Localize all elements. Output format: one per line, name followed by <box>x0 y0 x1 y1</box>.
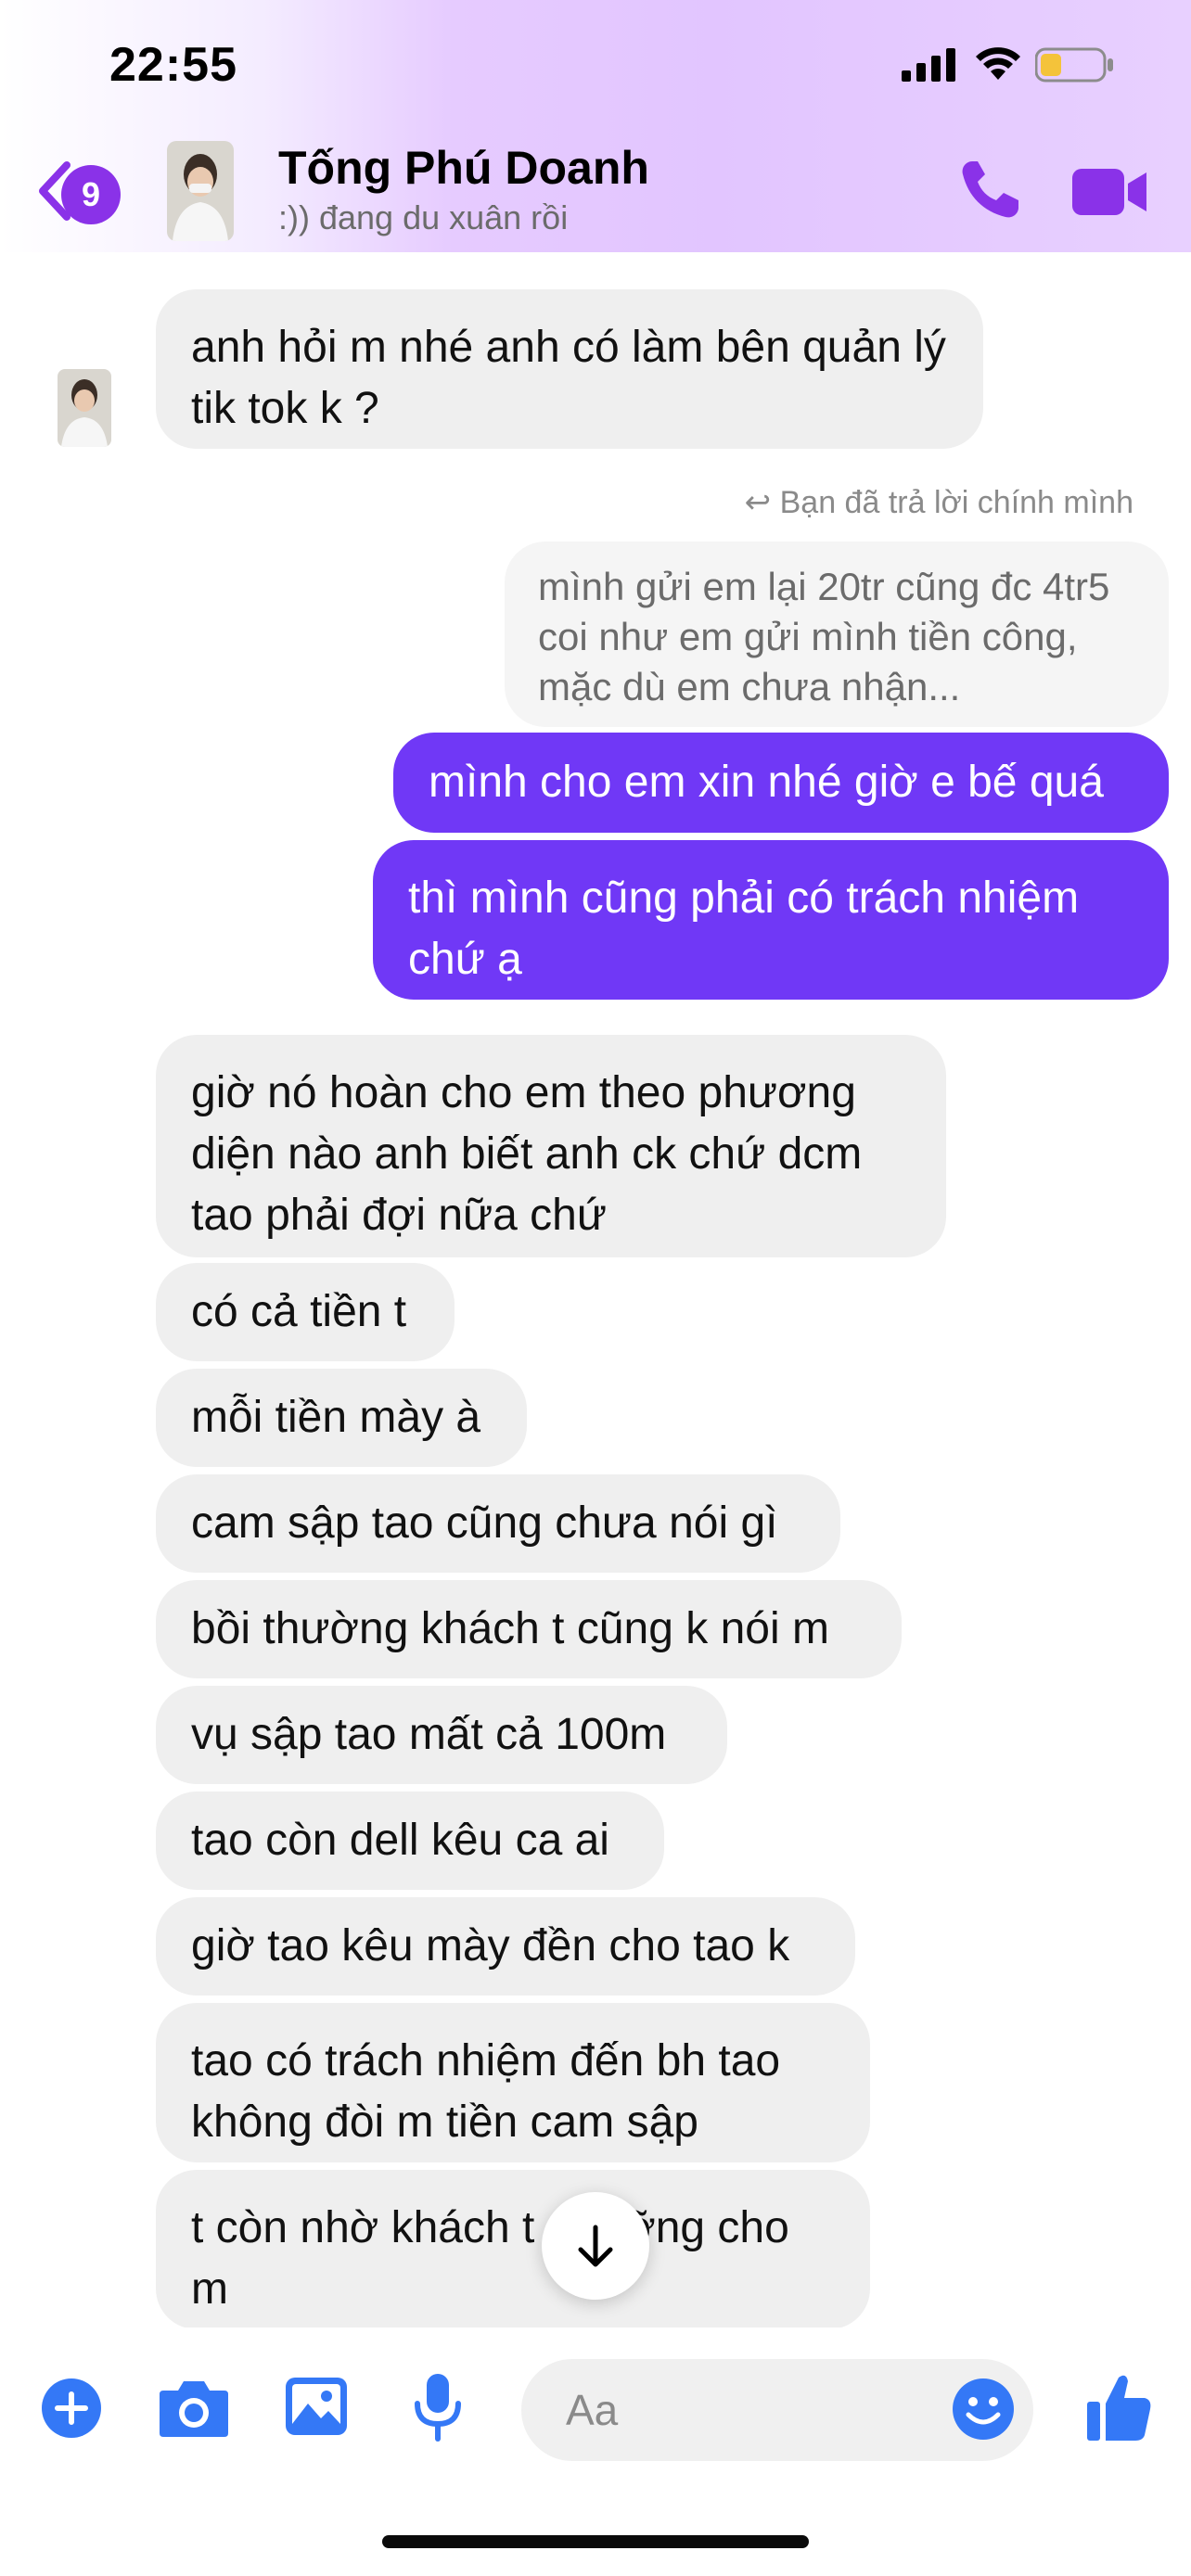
incoming-message[interactable]: bồi thường khách t cũng k nói m <box>156 1580 902 1678</box>
incoming-message[interactable]: tao còn dell kêu ca ai <box>156 1792 664 1890</box>
smiley-icon[interactable] <box>952 2378 1015 2441</box>
video-camera-icon[interactable] <box>1070 159 1150 224</box>
battery-icon <box>1035 47 1113 83</box>
message-text: mỗi tiền mày à <box>191 1393 481 1442</box>
outgoing-message[interactable]: mình cho em xin nhé giờ e bế quá <box>393 733 1169 833</box>
incoming-message[interactable]: giờ tao kêu mày đền cho tao k <box>156 1897 855 1996</box>
cellular-signal-icon <box>902 48 955 82</box>
reply-note: ↩ Bạn đã trả lời chính mình <box>744 485 1133 520</box>
contact-avatar[interactable] <box>167 141 234 241</box>
unread-badge[interactable]: 9 <box>61 165 121 224</box>
home-indicator <box>382 2535 809 2548</box>
message-text: bồi thường khách t cũng k nói m <box>191 1604 829 1653</box>
outgoing-message[interactable]: thì mình cũng phải có trách nhiệm chứ ạ <box>373 840 1169 1000</box>
incoming-message[interactable]: tao có trách nhiệm đến bh tao không đòi … <box>156 2003 870 2162</box>
message-text: thì mình cũng phải có trách nhiệm chứ ạ <box>408 874 1080 984</box>
reply-arrow-icon: ↩ <box>744 485 772 520</box>
image-icon[interactable] <box>284 2376 349 2437</box>
contact-status: :)) đang du xuân rồi <box>278 198 569 236</box>
arrow-down-icon <box>578 2225 613 2267</box>
incoming-message[interactable]: có cả tiền t <box>156 1263 455 1361</box>
contact-name[interactable]: Tống Phú Doanh <box>278 141 649 195</box>
camera-icon[interactable] <box>158 2376 230 2439</box>
message-text: giờ nó hoàn cho em theo phương diện nào … <box>191 1068 863 1240</box>
message-text: tao còn dell kêu ca ai <box>191 1816 609 1865</box>
wifi-icon <box>976 47 1020 80</box>
incoming-message[interactable]: anh hỏi m nhé anh có làm bên quản lý tik… <box>156 289 983 449</box>
quoted-text: mình gửi em lại 20tr cũng đc 4tr5 coi nh… <box>538 565 1110 708</box>
phone-icon[interactable] <box>955 156 1024 224</box>
message-text: anh hỏi m nhé anh có làm bên quản lý tik… <box>191 323 946 433</box>
incoming-message[interactable]: cam sập tao cũng chưa nói gì <box>156 1474 840 1573</box>
message-text: tao có trách nhiệm đến bh tao không đòi … <box>191 2036 781 2147</box>
thumbs-up-icon[interactable] <box>1085 2370 1152 2442</box>
sender-avatar <box>58 369 111 447</box>
message-text: giờ tao kêu mày đền cho tao k <box>191 1921 790 1970</box>
incoming-message[interactable]: t còn nhờ khách t ngưỡng cho m <box>156 2170 870 2329</box>
scroll-to-bottom-button[interactable] <box>542 2192 649 2300</box>
incoming-message[interactable]: mỗi tiền mày à <box>156 1369 527 1467</box>
message-text: vụ sập tao mất cả 100m <box>191 1710 667 1759</box>
message-text: t còn nhờ khách t ngưỡng cho m <box>191 2203 789 2314</box>
plus-circle-icon[interactable] <box>41 2378 102 2439</box>
incoming-message[interactable]: vụ sập tao mất cả 100m <box>156 1686 727 1784</box>
microphone-icon[interactable] <box>412 2372 464 2442</box>
message-text: cam sập tao cũng chưa nói gì <box>191 1498 778 1548</box>
message-text: có cả tiền t <box>191 1287 407 1336</box>
status-time: 22:55 <box>109 38 237 92</box>
quoted-message[interactable]: mình gửi em lại 20tr cũng đc 4tr5 coi nh… <box>505 542 1169 727</box>
incoming-message[interactable]: giờ nó hoàn cho em theo phương diện nào … <box>156 1035 946 1257</box>
message-text: mình cho em xin nhé giờ e bế quá <box>429 758 1104 807</box>
